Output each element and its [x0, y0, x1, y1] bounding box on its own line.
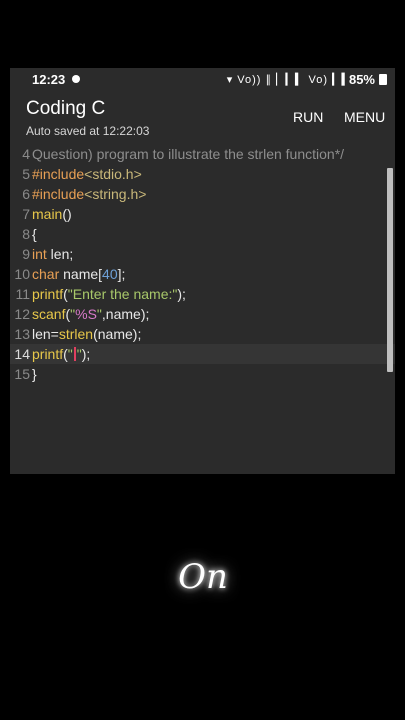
code-token: (name); [93, 326, 142, 342]
code-token: <string.h> [84, 186, 147, 202]
code-token: ,name); [101, 306, 150, 322]
code-token: char [32, 266, 60, 282]
code-token: len= [32, 326, 59, 342]
battery-icon [379, 74, 387, 85]
code-token: { [32, 226, 37, 242]
line-number: 9 [22, 246, 30, 262]
code-token: len; [46, 246, 74, 262]
line-number: 13 [14, 326, 30, 342]
code-token: #include [32, 186, 85, 202]
text-cursor [73, 347, 76, 361]
code-token: strlen [58, 326, 94, 342]
code-token: ); [81, 346, 91, 362]
code-token: ); [177, 286, 186, 302]
code-line[interactable]: 11 printf("Enter the name:"); [10, 284, 380, 304]
code-token: int [32, 246, 47, 262]
code-line[interactable]: 12 scanf("%S",name); [10, 304, 380, 324]
line-number: 4 [22, 146, 30, 162]
code-line[interactable]: 7 main() [10, 204, 380, 224]
autosave-status: Auto saved at 12:22:03 [26, 124, 150, 138]
code-token: printf [32, 346, 64, 362]
code-token: #include [32, 166, 85, 182]
code-line[interactable]: 6 #include<string.h> [10, 184, 380, 204]
code-line[interactable]: 15} [10, 364, 380, 384]
editor-app-window: 12:23 ▾ Vo)) ∥ ▏▎▍ Vo) ▎▍ 85% Coding C A… [10, 68, 395, 474]
code-token: <stdio.h> [84, 166, 142, 182]
code-token: scanf [32, 306, 66, 322]
run-button[interactable]: RUN [293, 109, 323, 125]
line-number: 14 [14, 346, 30, 362]
code-token: Question) program to illustrate the strl… [32, 146, 345, 162]
code-token: () [62, 206, 72, 222]
signal-wifi-icons: ▾ Vo)) ∥ ▏▎▍ Vo) ▎▍ [226, 74, 351, 86]
code-line[interactable]: 10 char name[40]; [10, 264, 380, 284]
code-line[interactable]: 5 #include<stdio.h> [10, 164, 380, 184]
code-token: 40 [102, 266, 118, 282]
code-token: %S [75, 306, 97, 322]
line-number: 10 [14, 266, 30, 282]
code-token: main [32, 206, 63, 222]
status-bar: 12:23 ▾ Vo)) ∥ ▏▎▍ Vo) ▎▍ 85% [10, 68, 395, 92]
code-token: " [67, 346, 73, 362]
code-token: ]; [117, 266, 126, 282]
channel-logo: On [178, 557, 228, 597]
line-number: 15 [14, 366, 30, 382]
line-number: 11 [15, 286, 30, 302]
line-number: 8 [22, 226, 30, 242]
file-title: Coding C [26, 98, 106, 119]
code-line[interactable]: 9 int len; [10, 244, 380, 264]
code-line[interactable]: 8{ [10, 224, 380, 244]
code-token: printf [32, 286, 64, 302]
code-line[interactable]: 14 printf(" "); [10, 344, 395, 364]
code-editor[interactable]: 4 Question) program to illustrate the str… [10, 144, 395, 474]
app-bar: Coding C Auto saved at 12:22:03 RUN MENU [10, 92, 395, 142]
battery-percent: 85% [348, 72, 375, 87]
line-number: 5 [22, 166, 30, 182]
code-token: "Enter the name:" [67, 286, 178, 302]
line-number: 7 [22, 206, 30, 222]
notification-dot-icon [72, 75, 80, 83]
status-time: 12:23 [32, 72, 66, 87]
code-line[interactable]: 13 len=strlen(name); [10, 324, 380, 344]
code-token: } [32, 366, 37, 382]
code-line[interactable]: 4 Question) program to illustrate the str… [10, 144, 380, 164]
menu-button[interactable]: MENU [344, 109, 385, 125]
line-number: 6 [22, 186, 30, 202]
code-token: name[ [59, 266, 103, 282]
editor-scrollbar[interactable] [387, 168, 393, 372]
line-number: 12 [14, 306, 30, 322]
